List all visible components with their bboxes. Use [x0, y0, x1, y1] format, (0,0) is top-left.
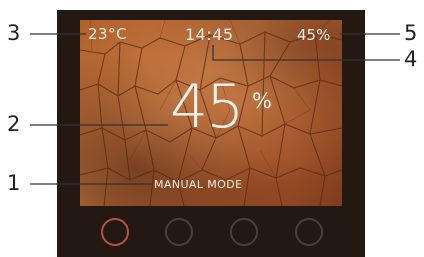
callout-number-3: 3	[7, 21, 21, 45]
callout-number-5: 5	[404, 21, 418, 45]
callout-leader-lines	[30, 33, 400, 185]
callout-number-1: 1	[7, 171, 21, 195]
leader-line-4	[212, 45, 400, 61]
callout-number-2: 2	[7, 112, 21, 136]
callout-number-4: 4	[404, 47, 418, 71]
